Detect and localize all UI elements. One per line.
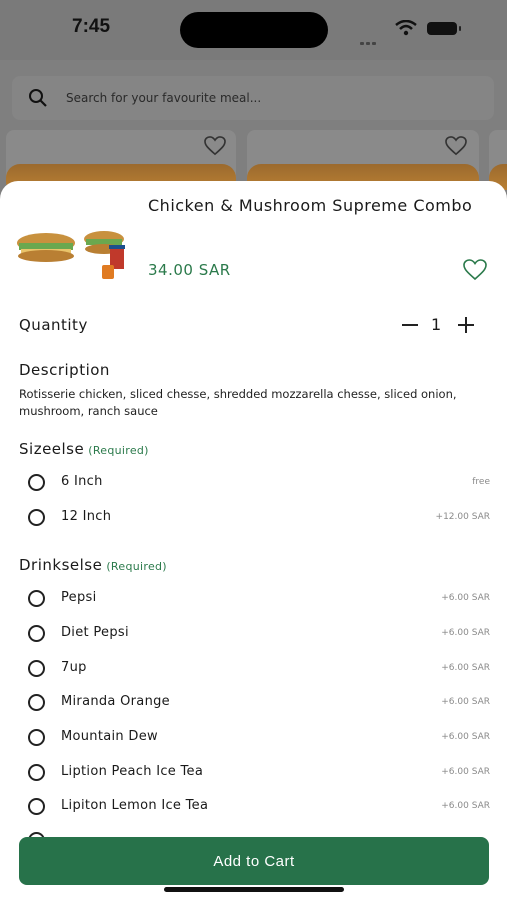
heart-icon: [204, 136, 226, 156]
status-bar: 7:45: [0, 0, 507, 60]
option-label: Liption Peach Ice Tea: [61, 764, 204, 779]
option-price: +6.00 SAR: [441, 767, 490, 777]
battery-icon: [427, 22, 461, 35]
drink-option-7up[interactable]: 7up +6.00 SAR: [28, 658, 490, 684]
product-name: Chicken & Mushroom Supreme Combo: [148, 196, 473, 215]
radio-button[interactable]: [28, 798, 45, 815]
status-time: 7:45: [72, 16, 111, 37]
quantity-increase-button[interactable]: [456, 315, 476, 335]
option-label: Lipiton Lemon Ice Tea: [61, 798, 209, 813]
product-image: [17, 231, 125, 279]
sizes-required-tag: (Required): [88, 444, 149, 457]
option-price: +6.00 SAR: [441, 732, 490, 742]
search-placeholder: Search for your favourite meal...: [66, 91, 262, 105]
add-to-cart-button[interactable]: Add to Cart: [19, 837, 489, 885]
quantity-value: 1: [431, 315, 442, 334]
option-price: +6.00 SAR: [441, 628, 490, 638]
drinks-required-tag: (Required): [106, 560, 167, 573]
option-label: Pepsi: [61, 590, 97, 605]
radio-button[interactable]: [28, 509, 45, 526]
quantity-label: Quantity: [19, 316, 88, 334]
drink-option-diet-pepsi[interactable]: Diet Pepsi +6.00 SAR: [28, 623, 490, 649]
favorite-heart-icon[interactable]: [462, 259, 488, 281]
option-price: +6.00 SAR: [441, 697, 490, 707]
radio-button[interactable]: [28, 660, 45, 677]
option-label: 6 Inch: [61, 474, 103, 489]
dynamic-island: [180, 12, 328, 48]
description-text: Rotisserie chicken, sliced chesse, shred…: [19, 387, 457, 418]
sizes-title: Sizeelse: [19, 440, 85, 458]
wifi-icon: [395, 20, 417, 36]
option-price: free: [472, 477, 490, 487]
drink-option-miranda-orange[interactable]: Miranda Orange +6.00 SAR: [28, 692, 490, 718]
option-label: Diet Pepsi: [61, 625, 129, 640]
radio-button[interactable]: [28, 625, 45, 642]
size-option-12-inch[interactable]: 12 Inch +12.00 SAR: [28, 507, 490, 533]
sizes-section-title: Sizeelse (Required): [19, 440, 149, 458]
option-price: +12.00 SAR: [435, 512, 490, 522]
radio-button[interactable]: [28, 764, 45, 781]
quantity-decrease-button[interactable]: [400, 315, 420, 335]
drinks-section-title: Drinkselse (Required): [19, 556, 167, 574]
signal-icon: [360, 30, 378, 49]
radio-button[interactable]: [28, 474, 45, 491]
size-option-6-inch[interactable]: 6 Inch free: [28, 472, 490, 498]
option-label: 12 Inch: [61, 509, 112, 524]
option-price: +6.00 SAR: [441, 663, 490, 673]
drinks-title: Drinkselse: [19, 556, 103, 574]
option-label: Mountain Dew: [61, 729, 158, 744]
home-indicator: [164, 887, 344, 892]
radio-button[interactable]: [28, 590, 45, 607]
option-label: 7up: [61, 660, 87, 675]
option-price: +6.00 SAR: [441, 593, 490, 603]
drink-option-lemon-ice-tea[interactable]: Lipiton Lemon Ice Tea +6.00 SAR: [28, 796, 490, 822]
option-price: +6.00 SAR: [441, 801, 490, 811]
option-label: Miranda Orange: [61, 694, 170, 709]
search-icon: [29, 89, 47, 107]
radio-button[interactable]: [28, 729, 45, 746]
drink-option-mountain-dew[interactable]: Mountain Dew +6.00 SAR: [28, 727, 490, 753]
radio-button[interactable]: [28, 694, 45, 711]
drink-option-pepsi[interactable]: Pepsi +6.00 SAR: [28, 588, 490, 614]
product-detail-sheet: Chicken & Mushroom Supreme Combo 34.00 S…: [0, 181, 507, 900]
background-search-bar: Search for your favourite meal...: [12, 76, 494, 120]
heart-icon: [445, 136, 467, 156]
description-title: Description: [19, 361, 110, 379]
product-price: 34.00 SAR: [148, 261, 231, 279]
drink-option-peach-ice-tea[interactable]: Liption Peach Ice Tea +6.00 SAR: [28, 762, 490, 788]
